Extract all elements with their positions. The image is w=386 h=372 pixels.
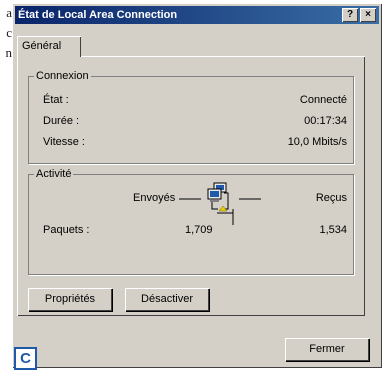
tab-general[interactable]: Général (17, 36, 81, 57)
status-value: Connecté (299, 94, 347, 106)
title-bar: État de Local Area Connection ? × (15, 6, 379, 24)
speed-row: Vitesse : 10,0 Mbits/s (29, 135, 353, 149)
close-window-button[interactable]: × (360, 8, 376, 22)
general-panel: Connexion État : Connecté Durée : 00:17:… (17, 56, 365, 316)
connexion-group: Connexion État : Connecté Durée : 00:17:… (28, 70, 354, 164)
margin-letter: n (5, 45, 13, 60)
network-activity-icon (179, 182, 261, 225)
corner-letter-badge: C (14, 347, 37, 370)
status-row: État : Connecté (29, 93, 353, 107)
window-title: État de Local Area Connection (18, 9, 178, 21)
connexion-group-label: Connexion (34, 70, 91, 82)
margin-text: a c n (0, 3, 13, 63)
packets-label: Paquets : (43, 224, 90, 236)
status-label: État : (43, 94, 69, 106)
speed-value: 10,0 Mbits/s (287, 136, 347, 148)
margin-letter: a (6, 5, 12, 20)
properties-button[interactable]: Propriétés (28, 288, 112, 311)
duration-row: Durée : 00:17:34 (29, 114, 353, 128)
disable-button[interactable]: Désactiver (125, 288, 209, 311)
speed-label: Vitesse : (43, 136, 85, 148)
duration-value: 00:17:34 (304, 115, 347, 127)
received-label: Reçus (315, 192, 347, 204)
received-packets-value: 1,534 (319, 224, 347, 236)
close-button[interactable]: Fermer (285, 338, 369, 361)
duration-label: Durée : (43, 115, 80, 127)
tab-general-label: Général (22, 40, 62, 52)
margin-letter: c (6, 25, 12, 40)
sent-label: Envoyés (133, 192, 176, 204)
activite-group-label: Activité (34, 168, 74, 180)
activite-group: Activité Envoyés Reçus Paquets : 1,709 1… (28, 168, 354, 275)
sent-packets-value: 1,709 (185, 224, 213, 236)
help-button[interactable]: ? (342, 8, 358, 22)
